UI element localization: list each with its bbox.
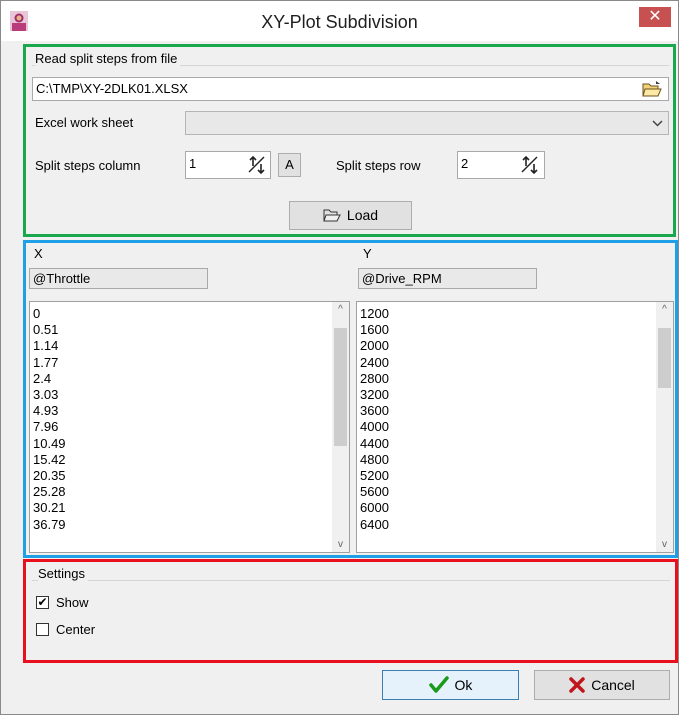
cancel-x-icon: [569, 677, 585, 693]
list-item[interactable]: 6400: [360, 517, 389, 533]
row-label: Split steps row: [336, 158, 421, 173]
dialog-window: XY-Plot Subdivision ✕ Read split steps f…: [0, 0, 679, 715]
ok-button[interactable]: Ok: [382, 670, 519, 700]
list-item[interactable]: 1.77: [33, 355, 66, 371]
list-item[interactable]: 2.4: [33, 371, 66, 387]
list-item[interactable]: 4000: [360, 419, 389, 435]
show-checkbox[interactable]: ✔: [36, 596, 49, 609]
scroll-up-icon[interactable]: ^: [656, 304, 673, 315]
sheet-label: Excel work sheet: [35, 115, 134, 130]
load-button[interactable]: Load: [289, 201, 412, 230]
cancel-button[interactable]: Cancel: [534, 670, 670, 700]
list-item[interactable]: 6000: [360, 500, 389, 516]
list-item[interactable]: 1200: [360, 306, 389, 322]
column-label: Split steps column: [35, 158, 141, 173]
column-letter-button[interactable]: A: [278, 153, 301, 177]
scroll-down-icon[interactable]: v: [332, 539, 349, 550]
y-values-list[interactable]: 1200 1600 2000 2400 2800 3200 3600 4000 4400 4800…: [356, 301, 674, 553]
list-item[interactable]: 1600: [360, 322, 389, 338]
list-item[interactable]: 3.03: [33, 387, 66, 403]
x-header: X: [34, 246, 43, 261]
list-item[interactable]: 1.14: [33, 338, 66, 354]
list-item[interactable]: 7.96: [33, 419, 66, 435]
x-values-list[interactable]: 0 0.51 1.14 1.77 2.4 3.03 4.93 7.96 10.49 15.42 20…: [29, 301, 350, 553]
list-item[interactable]: 10.49: [33, 436, 66, 452]
close-icon: ✕: [648, 8, 662, 25]
list-item[interactable]: 4800: [360, 452, 389, 468]
list-item[interactable]: 30.21: [33, 500, 66, 516]
y-variable-name: @Drive_RPM: [358, 268, 537, 289]
file-section-title: Read split steps from file: [35, 51, 181, 66]
list-item[interactable]: 5600: [360, 484, 389, 500]
close-button[interactable]: ✕: [639, 7, 671, 27]
list-item[interactable]: 4.93: [33, 403, 66, 419]
list-item[interactable]: 20.35: [33, 468, 66, 484]
list-item[interactable]: 2400: [360, 355, 389, 371]
show-label: Show: [56, 595, 89, 610]
checkmark-icon: ✔: [37, 595, 48, 609]
y-header: Y: [363, 246, 372, 261]
list-item[interactable]: 36.79: [33, 517, 66, 533]
list-item[interactable]: 2800: [360, 371, 389, 387]
list-item[interactable]: 2000: [360, 338, 389, 354]
y-scrollbar[interactable]: ^ v: [656, 302, 673, 552]
column-value: 1: [189, 156, 197, 171]
ok-label: Ok: [454, 677, 473, 693]
file-path-input[interactable]: C:\TMP\XY-2DLK01.XLSX: [32, 77, 669, 101]
check-icon: [428, 676, 449, 693]
sheet-select[interactable]: [185, 111, 669, 135]
list-item[interactable]: 3600: [360, 403, 389, 419]
file-path-text: C:\TMP\XY-2DLK01.XLSX: [36, 81, 188, 96]
list-item[interactable]: 3200: [360, 387, 389, 403]
column-stepper-icon[interactable]: [247, 155, 267, 175]
cancel-label: Cancel: [591, 677, 635, 693]
list-item[interactable]: 4400: [360, 436, 389, 452]
list-item[interactable]: 25.28: [33, 484, 66, 500]
x-scroll-thumb[interactable]: [334, 328, 347, 446]
chevron-down-icon: [652, 120, 663, 127]
settings-title: Settings: [38, 566, 88, 581]
scroll-up-icon[interactable]: ^: [332, 304, 349, 315]
row-stepper-icon[interactable]: [520, 155, 540, 175]
window-title: XY-Plot Subdivision: [261, 12, 418, 32]
x-scrollbar[interactable]: ^ v: [332, 302, 349, 552]
folder-open-icon: [323, 209, 341, 222]
scroll-down-icon[interactable]: v: [656, 539, 673, 550]
list-item[interactable]: 15.42: [33, 452, 66, 468]
list-item[interactable]: 0.51: [33, 322, 66, 338]
center-label: Center: [56, 622, 96, 637]
settings-section: [23, 559, 678, 663]
x-variable-name: @Throttle: [29, 268, 208, 289]
y-scroll-thumb[interactable]: [658, 328, 671, 388]
center-checkbox[interactable]: [36, 623, 49, 636]
title-bar[interactable]: XY-Plot Subdivision ✕: [1, 1, 678, 41]
list-item[interactable]: 5200: [360, 468, 389, 484]
row-value: 2: [461, 156, 469, 171]
load-label: Load: [346, 207, 379, 223]
list-item[interactable]: 0: [33, 306, 66, 322]
open-folder-icon[interactable]: [642, 81, 662, 98]
